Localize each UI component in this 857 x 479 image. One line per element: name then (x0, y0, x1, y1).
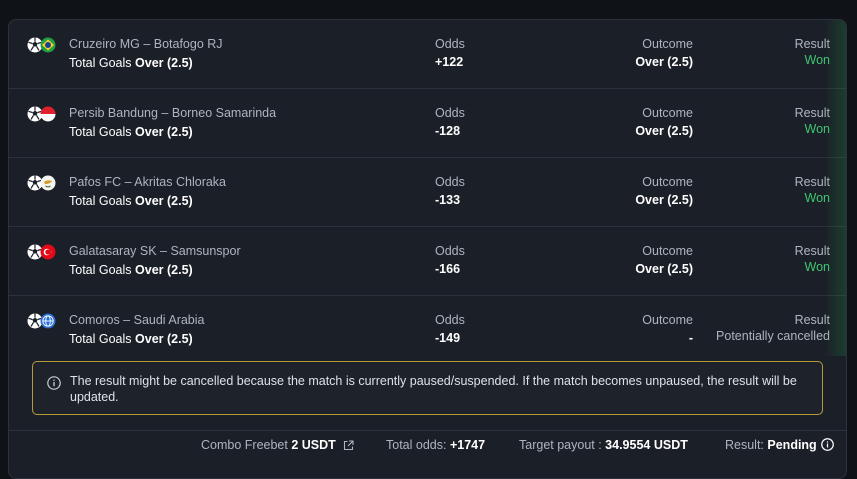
notice-text: The result might be cancelled because th… (70, 374, 797, 404)
info-icon (47, 376, 61, 390)
result-label: Result (794, 37, 830, 51)
info-icon[interactable] (821, 438, 835, 451)
odds-value: +122 (435, 55, 464, 69)
odds-value: -166 (435, 262, 461, 276)
odds-value: -133 (435, 193, 461, 207)
bet-summary-footer: Combo Freebet 2 USDT Total odds: +1747 T… (9, 438, 846, 458)
bet-row: Comoros – Saudi Arabia Total Goals Over … (9, 296, 846, 357)
outcome-label: Outcome (642, 37, 693, 51)
market-label: Total Goals Over (2.5) (69, 56, 193, 70)
odds-value: -128 (435, 124, 461, 138)
world-icon (40, 313, 56, 329)
cancellation-notice: The result might be cancelled because th… (32, 361, 823, 415)
total-odds: Total odds: +1747 (386, 438, 486, 452)
market-label: Total Goals Over (2.5) (69, 194, 193, 208)
combo-freebet[interactable]: Combo Freebet 2 USDT (201, 438, 354, 452)
turkey-flag-icon (40, 244, 56, 260)
match-name: Cruzeiro MG – Botafogo RJ (69, 37, 223, 51)
outcome-value: Over (2.5) (635, 193, 693, 207)
result-label: Result (794, 106, 830, 120)
odds-label: Odds (435, 37, 465, 51)
outcome-value: Over (2.5) (635, 124, 693, 138)
slip-result: Result: Pending (725, 438, 835, 452)
odds-value: -149 (435, 331, 461, 345)
target-payout: Target payout : 34.9554 USDT (519, 438, 688, 452)
odds-label: Odds (435, 175, 465, 189)
outcome-value: Over (2.5) (635, 55, 693, 69)
result-label: Result (794, 175, 830, 189)
bet-row: Persib Bandung – Borneo Samarinda Total … (9, 89, 846, 158)
outcome-label: Outcome (642, 313, 693, 327)
match-name: Comoros – Saudi Arabia (69, 313, 205, 327)
result-value: Won (804, 191, 830, 205)
bet-row: Cruzeiro MG – Botafogo RJ Total Goals Ov… (9, 20, 846, 89)
odds-label: Odds (435, 106, 465, 120)
market-label: Total Goals Over (2.5) (69, 332, 193, 346)
brazil-flag-icon (40, 37, 56, 53)
cyprus-flag-icon (40, 175, 56, 191)
indonesia-flag-icon (40, 106, 56, 122)
outcome-label: Outcome (642, 175, 693, 189)
result-value: Won (804, 260, 830, 274)
result-value: Potentially cancelled (716, 329, 830, 343)
result-value: Won (804, 122, 830, 136)
match-name: Pafos FC – Akritas Chloraka (69, 175, 227, 189)
odds-label: Odds (435, 244, 465, 258)
result-value: Won (804, 53, 830, 67)
bet-row: Pafos FC – Akritas Chloraka Total Goals … (9, 158, 846, 227)
match-name: Persib Bandung – Borneo Samarinda (69, 106, 277, 120)
outcome-label: Outcome (642, 106, 693, 120)
outcome-label: Outcome (642, 244, 693, 258)
odds-label: Odds (435, 313, 465, 327)
market-label: Total Goals Over (2.5) (69, 125, 193, 139)
bet-slip-card: Cruzeiro MG – Botafogo RJ Total Goals Ov… (8, 19, 847, 479)
market-label: Total Goals Over (2.5) (69, 263, 193, 277)
result-label: Result (794, 244, 830, 258)
external-link-icon[interactable] (343, 440, 354, 451)
outcome-value: Over (2.5) (635, 262, 693, 276)
outcome-value: - (688, 331, 693, 345)
result-label: Result (794, 313, 830, 327)
footer-divider (9, 430, 846, 431)
match-name: Galatasaray SK – Samsunspor (69, 244, 241, 258)
bet-row: Galatasaray SK – Samsunspor Total Goals … (9, 227, 846, 296)
